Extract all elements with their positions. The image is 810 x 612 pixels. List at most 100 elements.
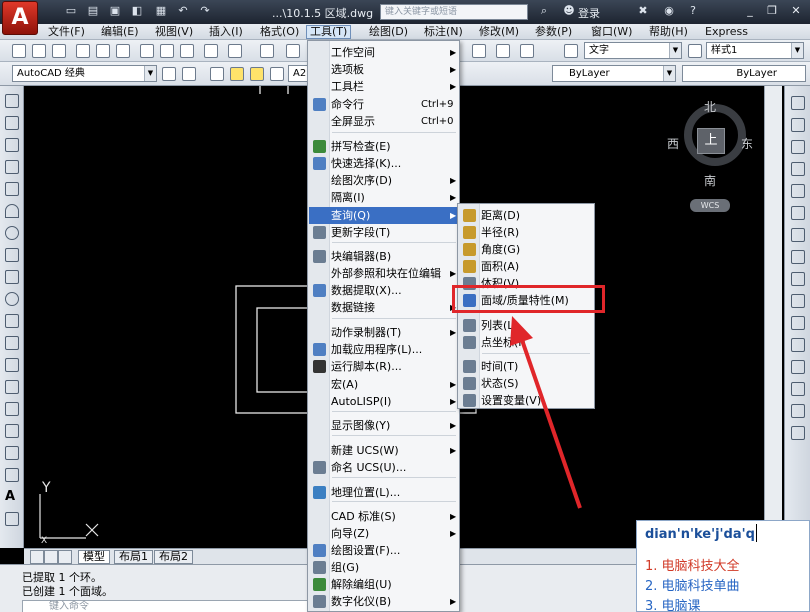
offset-icon[interactable] [791,162,805,176]
text-style-icon[interactable] [564,44,578,58]
query-menu-item[interactable]: 列表(L) [459,317,595,334]
tools-menu-item[interactable]: 快速选择(K)... [309,155,460,172]
new-icon[interactable] [12,44,26,58]
tools-menu-item[interactable]: 隔离(I) ▶ [309,189,460,206]
menu-dimension[interactable]: 标注(N) [421,25,466,39]
query-menu-item[interactable]: 设置变量(V) [459,392,595,409]
match-properties-icon[interactable] [204,44,218,58]
tools-menu-item[interactable]: 查询(Q) ▶ [309,207,460,224]
text-style-select[interactable]: 文字 ▼ [584,42,682,59]
search-icon[interactable]: ⌕ [537,4,551,18]
layer-properties-icon[interactable] [210,67,224,81]
polyline-icon[interactable] [5,138,19,152]
tools-menu-item[interactable]: 解除编组(U) [309,576,460,593]
line-icon[interactable] [5,94,19,108]
workspace-lock-icon[interactable] [182,67,196,81]
exchange-icon[interactable]: ✖ [636,4,650,18]
query-menu-item[interactable]: 面积(A) [459,258,595,275]
polygon-icon[interactable] [5,160,19,174]
fillet-icon[interactable] [791,404,805,418]
query-menu-item[interactable]: 半径(R) [459,224,595,241]
menu-file[interactable]: 文件(F) [45,25,88,39]
tools-menu-item[interactable]: 运行脚本(R)... [309,358,460,375]
ime-candidate[interactable]: 1. 电脑科技大全 [645,555,740,574]
layer-lock-icon[interactable] [270,67,284,81]
block-editor-icon[interactable] [228,44,242,58]
tools-menu-item[interactable]: 数据链接 ▶ [309,299,460,316]
gradient-icon[interactable] [5,424,19,438]
layer-freeze-icon[interactable] [250,67,264,81]
query-menu-item[interactable]: 距离(D) [459,207,595,224]
save-icon[interactable]: ▣ [108,4,122,18]
erase-icon[interactable] [791,96,805,110]
search-input[interactable]: 键入关键字或短语 [380,4,528,20]
color-select[interactable]: ByLayer ▼ [552,65,676,82]
tools-menu-item[interactable]: 组(G) [309,559,460,576]
menu-express[interactable]: Express [702,25,751,39]
revision-cloud-icon[interactable] [5,248,19,262]
tools-menu-item[interactable]: 动作录制器(T) ▶ [309,324,460,341]
tools-menu-item[interactable]: 选项板 ▶ [309,61,460,78]
menu-tools[interactable]: 工具(T) [306,25,352,39]
tools-menu-item[interactable]: 更新字段(T) [309,224,460,241]
redo-icon[interactable]: ↷ [198,4,212,18]
query-menu-item[interactable]: 状态(S) [459,375,595,392]
restore-icon[interactable]: ❐ [764,3,780,19]
menu-modify[interactable]: 修改(M) [476,25,522,39]
table-icon[interactable] [5,468,19,482]
save-toolbar-icon[interactable] [52,44,66,58]
menu-window[interactable]: 窗口(W) [588,25,635,39]
add-selected-icon[interactable] [5,512,19,526]
trim-icon[interactable] [791,294,805,308]
ellipse-arc-icon[interactable] [5,314,19,328]
scale-icon[interactable] [791,250,805,264]
plot-preview-icon[interactable] [96,44,110,58]
menu-edit[interactable]: 编辑(E) [98,25,142,39]
tools-menu-item[interactable]: 新建 UCS(W) ▶ [309,442,460,459]
help-button[interactable]: ? [686,4,700,18]
viewcube-top-face[interactable]: 上 [697,128,725,154]
table-style-icon[interactable] [496,44,510,58]
linetype-select[interactable]: ByLayer [682,65,806,82]
spline-icon[interactable] [5,270,19,284]
ellipse-icon[interactable] [5,292,19,306]
tools-menu-item[interactable]: 数字化仪(B) ▶ [309,593,460,610]
mirror-icon[interactable] [791,140,805,154]
ime-candidate[interactable]: 3. 电脑课 [645,595,701,612]
rotate-icon[interactable] [791,228,805,242]
ime-candidate[interactable]: 2. 电脑科技单曲 [645,575,740,594]
dim-style-select[interactable]: 样式1 ▼ [706,42,804,59]
tools-menu-item[interactable]: 外部参照和块在位编辑 ▶ [309,265,460,282]
layer-on-icon[interactable] [230,67,244,81]
tools-menu-item[interactable]: 向导(Z) ▶ [309,525,460,542]
multiline-text-icon[interactable]: A [5,490,19,504]
close-icon[interactable]: ✕ [788,3,804,19]
dim-style-icon[interactable] [688,44,702,58]
viewcube-north[interactable]: 北 [704,98,716,115]
tools-menu-item[interactable]: 命名 UCS(U)... [309,459,460,476]
tools-menu-item[interactable]: 工作空间 ▶ [309,44,460,61]
extend-icon[interactable] [791,316,805,330]
tools-menu-item[interactable]: CAD 标准(S) ▶ [309,508,460,525]
move-icon[interactable] [791,206,805,220]
open-icon[interactable] [32,44,46,58]
redo-toolbar-icon[interactable] [286,44,300,58]
menu-help[interactable]: 帮助(H) [646,25,691,39]
tools-menu-item[interactable]: 绘图设置(F)... [309,542,460,559]
region-icon[interactable] [5,446,19,460]
ucs-menu-button[interactable]: WCS [690,199,730,212]
application-menu-button[interactable]: A [2,1,38,35]
multileader-style-icon[interactable] [520,44,534,58]
insert-block-icon[interactable] [5,336,19,350]
first-tab-icon[interactable] [30,550,44,564]
plot-icon[interactable] [76,44,90,58]
menu-draw[interactable]: 绘图(D) [366,25,411,39]
tab-model[interactable]: 模型 [78,550,110,564]
chamfer-icon[interactable] [791,382,805,396]
print-icon[interactable]: ▦ [154,4,168,18]
paste-icon[interactable] [180,44,194,58]
tools-menu-item[interactable]: 加载应用程序(L)... [309,341,460,358]
open-file-icon[interactable]: ▤ [86,4,100,18]
tools-menu-item[interactable]: 地理位置(L)... [309,484,460,501]
tab-layout2[interactable]: 布局2 [154,550,193,564]
